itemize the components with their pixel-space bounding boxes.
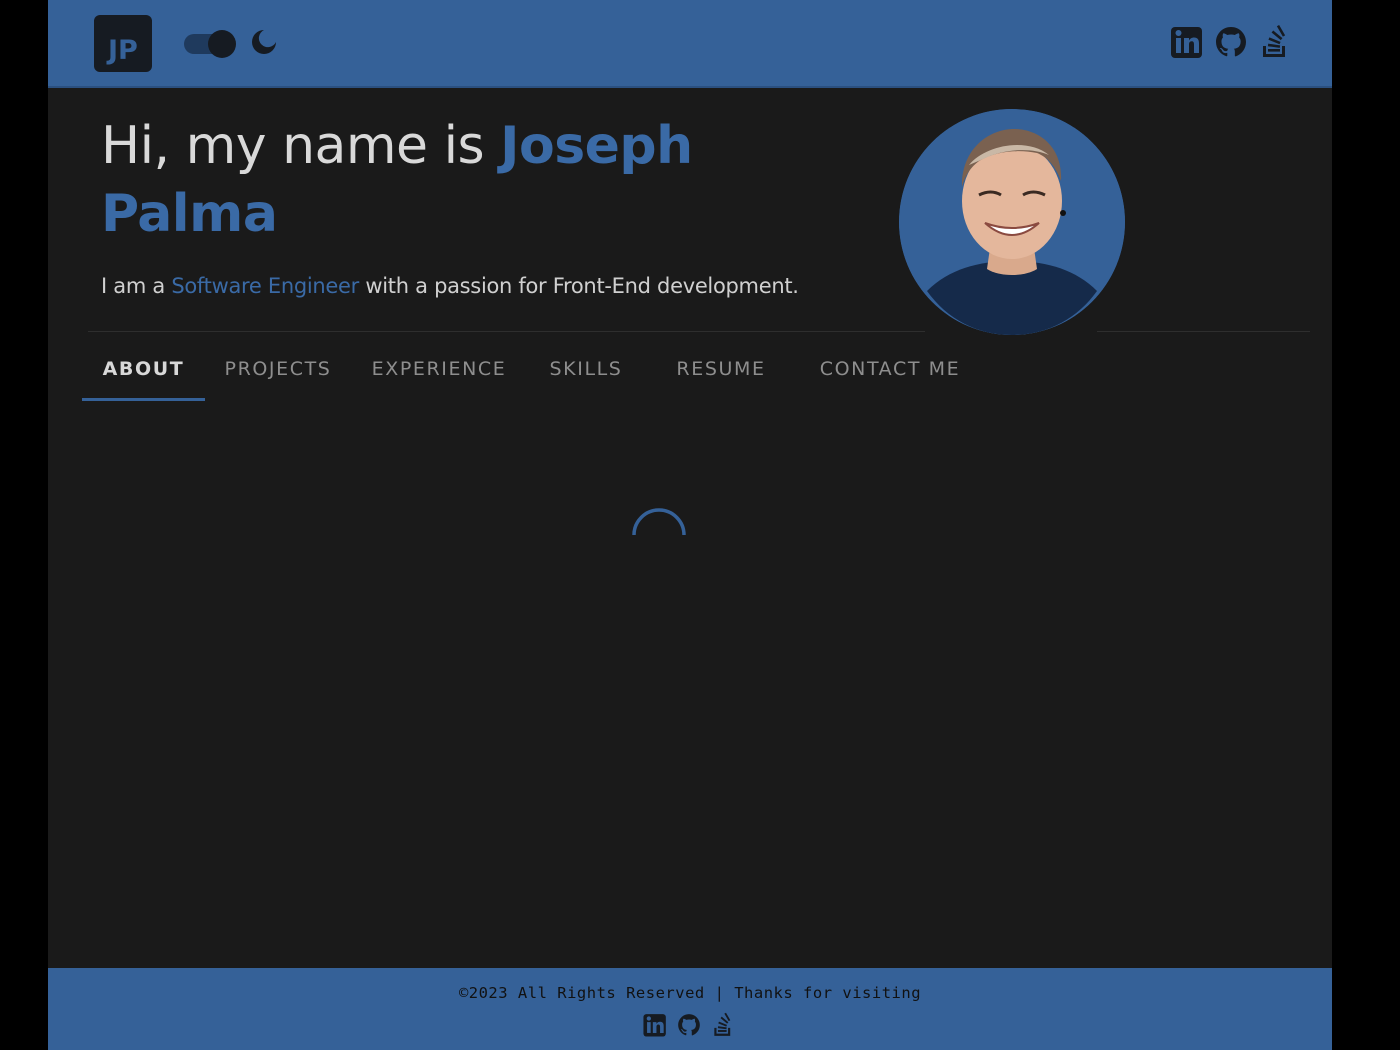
- hero-greeting: Hi, my name is: [101, 116, 501, 176]
- page: JP Hi, my name is Joseph Palma I am a So…: [48, 0, 1332, 1050]
- toggle-thumb: [208, 30, 236, 58]
- profile-avatar: [899, 109, 1125, 335]
- moon-icon: [252, 30, 276, 54]
- tab-resume[interactable]: RESUME: [656, 340, 786, 398]
- divider-right: [1097, 331, 1310, 332]
- tab-projects[interactable]: PROJECTS: [210, 340, 346, 398]
- hero-subtitle: I am a Software Engineer with a passion …: [101, 272, 799, 300]
- footer-copyright: ©2023 All Rights Reserved | Thanks for v…: [458, 984, 922, 1002]
- loading-spinner: [632, 508, 686, 536]
- header-social-links: [1170, 24, 1292, 60]
- stackoverflow-icon[interactable]: [710, 1012, 736, 1038]
- tab-experience[interactable]: EXPERIENCE: [356, 340, 522, 398]
- footer-social-links: [642, 1012, 736, 1038]
- hero-sub-prefix: I am a: [101, 274, 172, 298]
- github-icon[interactable]: [1214, 24, 1248, 60]
- stackoverflow-icon[interactable]: [1258, 24, 1292, 60]
- linkedin-icon[interactable]: [642, 1012, 668, 1038]
- logo-text: JP: [108, 35, 138, 66]
- active-tab-indicator: [82, 398, 205, 401]
- hero-role: Software Engineer: [171, 274, 360, 298]
- tab-about[interactable]: ABOUT: [82, 340, 205, 398]
- profile-photo: [899, 109, 1125, 335]
- tab-contact-me[interactable]: CONTACT ME: [796, 340, 984, 398]
- divider-left: [88, 331, 925, 332]
- site-logo[interactable]: JP: [94, 15, 152, 72]
- dark-mode-toggle[interactable]: [184, 30, 238, 58]
- hero-heading: Hi, my name is Joseph Palma: [101, 112, 741, 248]
- linkedin-icon[interactable]: [1170, 24, 1204, 60]
- github-icon[interactable]: [676, 1012, 702, 1038]
- hero-sub-suffix: with a passion for Front-End development…: [359, 274, 799, 298]
- top-navbar: JP: [48, 0, 1332, 88]
- tab-skills[interactable]: SKILLS: [530, 340, 642, 398]
- footer: ©2023 All Rights Reserved | Thanks for v…: [48, 968, 1332, 1050]
